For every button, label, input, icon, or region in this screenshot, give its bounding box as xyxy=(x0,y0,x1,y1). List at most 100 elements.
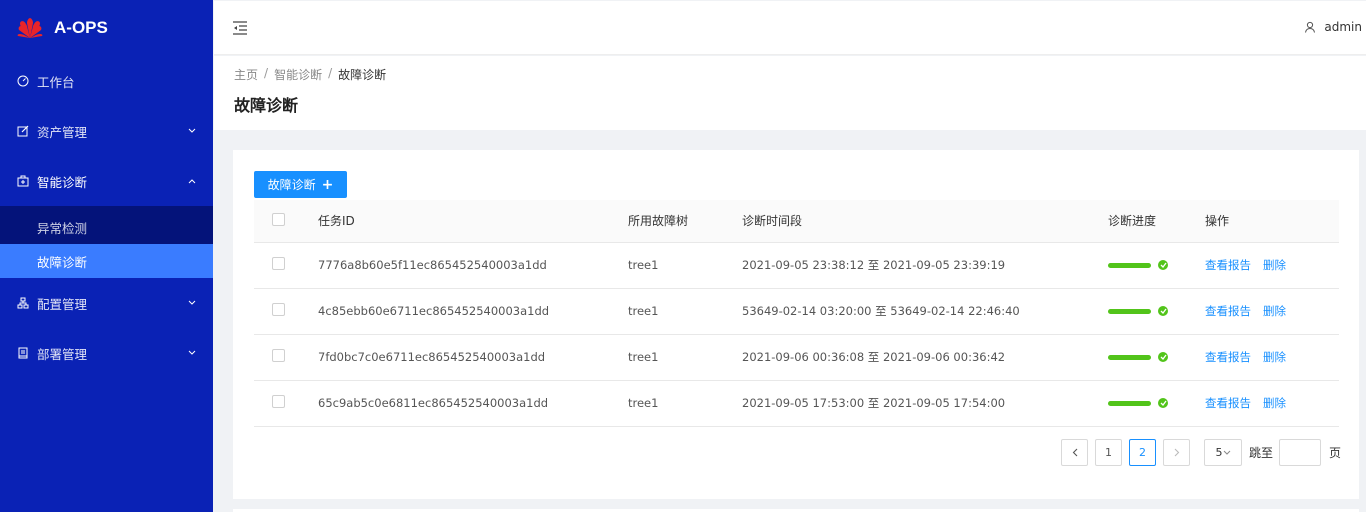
menu-fold-icon[interactable] xyxy=(232,20,248,36)
fault-tree: tree1 xyxy=(628,242,742,289)
user-icon xyxy=(1305,21,1316,33)
add-fault-diagnosis-button[interactable]: 故障诊断 + xyxy=(254,171,347,198)
sidebar-item-label: 资产管理 xyxy=(37,124,88,140)
deploy-icon xyxy=(17,347,29,359)
progress-indicator xyxy=(1108,398,1205,408)
table-row: 7fd0bc7c0e6711ec865452540003a1dd tree1 2… xyxy=(254,334,1339,381)
jump-label: 跳至 xyxy=(1249,446,1274,460)
view-report-link[interactable]: 查看报告 xyxy=(1205,350,1251,364)
content-card: 故障诊断 + 任务ID 所用故障树 诊断时间段 诊断进度 操作 7776a8b6… xyxy=(233,150,1359,499)
progress-indicator xyxy=(1108,306,1205,316)
chevron-up-icon xyxy=(187,176,197,186)
page-2-button[interactable]: 2 xyxy=(1129,439,1156,466)
check-circle-icon xyxy=(1158,352,1168,362)
page-size-value: 5 xyxy=(1215,446,1223,459)
column-header-progress: 诊断进度 xyxy=(1108,200,1205,243)
progress-indicator xyxy=(1108,352,1205,362)
delete-link[interactable]: 删除 xyxy=(1263,350,1286,364)
sidebar-item-label: 部署管理 xyxy=(37,346,88,362)
sidebar-item-config[interactable]: 配置管理 xyxy=(0,278,213,328)
progress-bar xyxy=(1108,262,1151,268)
diagnosis-period: 53649-02-14 03:20:00 至 53649-02-14 22:46… xyxy=(742,288,1108,335)
breadcrumb-diagnosis[interactable]: 智能诊断 xyxy=(274,66,322,83)
check-circle-icon xyxy=(1158,260,1168,270)
breadcrumb: 主页 / 智能诊断 / 故障诊断 xyxy=(234,66,386,83)
row-checkbox[interactable] xyxy=(272,303,285,316)
app-name: A-OPS xyxy=(54,18,108,37)
select-all-checkbox[interactable] xyxy=(272,212,285,226)
sidebar-item-label: 配置管理 xyxy=(37,296,88,312)
sidebar-item-label: 智能诊断 xyxy=(37,174,88,190)
progress-indicator xyxy=(1108,260,1205,270)
chevron-down-icon xyxy=(1223,450,1230,455)
chevron-down-icon xyxy=(187,298,197,308)
sidebar-item-assets[interactable]: 资产管理 xyxy=(0,106,213,156)
check-circle-icon xyxy=(1158,306,1168,316)
prev-page-button[interactable] xyxy=(1061,439,1088,466)
check-circle-icon xyxy=(1158,398,1168,408)
column-header-task-id: 任务ID xyxy=(318,200,628,243)
table-header-row: 任务ID 所用故障树 诊断时间段 诊断进度 操作 xyxy=(254,200,1339,243)
page-header: 主页 / 智能诊断 / 故障诊断 故障诊断 xyxy=(214,56,1366,130)
sidebar: A-OPS 工作台 资产管理 智能诊断 异常检测 故障诊断 配置管理 部署管理 xyxy=(0,0,213,512)
config-icon xyxy=(17,297,29,309)
username: admin xyxy=(1324,20,1362,34)
logo[interactable]: A-OPS xyxy=(0,0,213,56)
fault-tree: tree1 xyxy=(628,334,742,381)
task-table: 任务ID 所用故障树 诊断时间段 诊断进度 操作 7776a8b60e5f11e… xyxy=(254,200,1339,427)
table-row: 4c85ebb60e6711ec865452540003a1dd tree1 5… xyxy=(254,288,1339,335)
task-id: 65c9ab5c0e6811ec865452540003a1dd xyxy=(318,380,628,427)
table-row: 65c9ab5c0e6811ec865452540003a1dd tree1 2… xyxy=(254,380,1339,427)
column-header-period: 诊断时间段 xyxy=(742,200,1108,243)
row-checkbox[interactable] xyxy=(272,395,285,408)
delete-link[interactable]: 删除 xyxy=(1263,304,1286,318)
sidebar-item-diagnosis[interactable]: 智能诊断 xyxy=(0,156,213,206)
chevron-right-icon xyxy=(1174,448,1179,457)
chevron-down-icon xyxy=(187,348,197,358)
edit-icon xyxy=(17,125,29,137)
sidebar-item-fault-diagnosis[interactable]: 故障诊断 xyxy=(0,244,213,278)
delete-link[interactable]: 删除 xyxy=(1263,396,1286,410)
view-report-link[interactable]: 查看报告 xyxy=(1205,396,1251,410)
task-id: 4c85ebb60e6711ec865452540003a1dd xyxy=(318,288,628,335)
page-size-select[interactable]: 5 xyxy=(1204,439,1242,466)
next-page-button[interactable] xyxy=(1163,439,1190,466)
sidebar-item-anomaly-detection[interactable]: 异常检测 xyxy=(0,210,213,244)
chevron-left-icon xyxy=(1072,448,1077,457)
diagnosis-period: 2021-09-05 23:38:12 至 2021-09-05 23:39:1… xyxy=(742,242,1108,289)
page-title: 故障诊断 xyxy=(234,96,299,115)
top-header: admin xyxy=(214,1,1366,55)
view-report-link[interactable]: 查看报告 xyxy=(1205,304,1251,318)
chevron-down-icon xyxy=(187,126,197,136)
task-id: 7776a8b60e5f11ec865452540003a1dd xyxy=(318,242,628,289)
diagnosis-period: 2021-09-05 17:53:00 至 2021-09-05 17:54:0… xyxy=(742,380,1108,427)
page-unit-label: 页 xyxy=(1329,446,1342,460)
breadcrumb-separator: / xyxy=(328,66,333,80)
column-header-fault-tree: 所用故障树 xyxy=(628,200,742,243)
breadcrumb-current: 故障诊断 xyxy=(338,68,387,82)
sidebar-item-dashboard[interactable]: 工作台 xyxy=(0,56,213,106)
row-checkbox[interactable] xyxy=(272,349,285,362)
task-id: 7fd0bc7c0e6711ec865452540003a1dd xyxy=(318,334,628,381)
column-header-actions: 操作 xyxy=(1205,200,1339,243)
breadcrumb-home[interactable]: 主页 xyxy=(234,66,258,83)
sidebar-item-deploy[interactable]: 部署管理 xyxy=(0,328,213,378)
diagnosis-icon xyxy=(17,175,29,187)
huawei-logo-icon xyxy=(17,18,43,38)
page-1-button[interactable]: 1 xyxy=(1095,439,1122,466)
delete-link[interactable]: 删除 xyxy=(1263,258,1286,272)
jump-page-input[interactable] xyxy=(1279,439,1322,466)
view-report-link[interactable]: 查看报告 xyxy=(1205,258,1251,272)
diagnosis-submenu: 异常检测 故障诊断 xyxy=(0,206,213,278)
breadcrumb-separator: / xyxy=(264,66,269,80)
user-menu[interactable]: admin xyxy=(1304,20,1362,34)
plus-icon: + xyxy=(321,176,334,193)
add-button-label: 故障诊断 xyxy=(267,178,316,192)
diagnosis-period: 2021-09-06 00:36:08 至 2021-09-06 00:36:4… xyxy=(742,334,1108,381)
fault-tree: tree1 xyxy=(628,380,742,427)
row-checkbox[interactable] xyxy=(272,257,285,270)
fault-tree: tree1 xyxy=(628,288,742,335)
progress-bar xyxy=(1108,400,1151,406)
pagination: 1 2 5 跳至 页 xyxy=(1061,439,1341,466)
dashboard-icon xyxy=(17,75,29,87)
